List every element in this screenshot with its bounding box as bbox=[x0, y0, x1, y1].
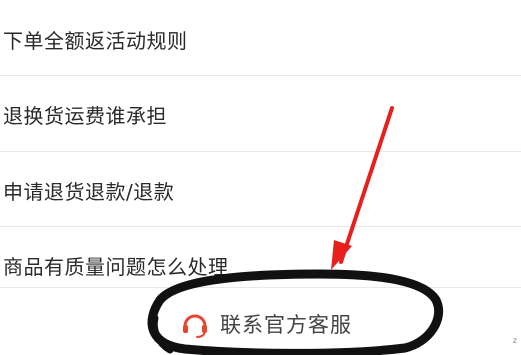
faq-item-label: 申请退货退款/退款 bbox=[3, 179, 175, 204]
faq-item-label: 退换货运费谁承担 bbox=[3, 103, 167, 128]
corner-mark: z bbox=[512, 336, 517, 345]
contact-customer-service-button[interactable]: 联系官方客服 bbox=[180, 306, 352, 342]
divider bbox=[0, 226, 521, 227]
faq-item-full-rebate-rules[interactable]: 下单全额返活动规则 bbox=[0, 2, 521, 76]
faq-item-label: 商品有质量问题怎么处理 bbox=[3, 254, 229, 279]
divider bbox=[0, 75, 521, 76]
faq-item-return-shipping[interactable]: 退换货运费谁承担 bbox=[0, 77, 521, 151]
faq-item-quality-issue[interactable]: 商品有质量问题怎么处理 bbox=[0, 228, 521, 302]
contact-button-label: 联系官方客服 bbox=[220, 313, 352, 337]
help-page: 下单全额返活动规则 退换货运费谁承担 申请退货退款/退款 商品有质量问题怎么处理… bbox=[0, 0, 521, 355]
divider bbox=[0, 151, 521, 152]
faq-item-label: 下单全额返活动规则 bbox=[3, 28, 188, 53]
divider bbox=[0, 287, 521, 288]
headset-icon bbox=[183, 314, 207, 338]
faq-item-refund-request[interactable]: 申请退货退款/退款 bbox=[0, 153, 521, 227]
